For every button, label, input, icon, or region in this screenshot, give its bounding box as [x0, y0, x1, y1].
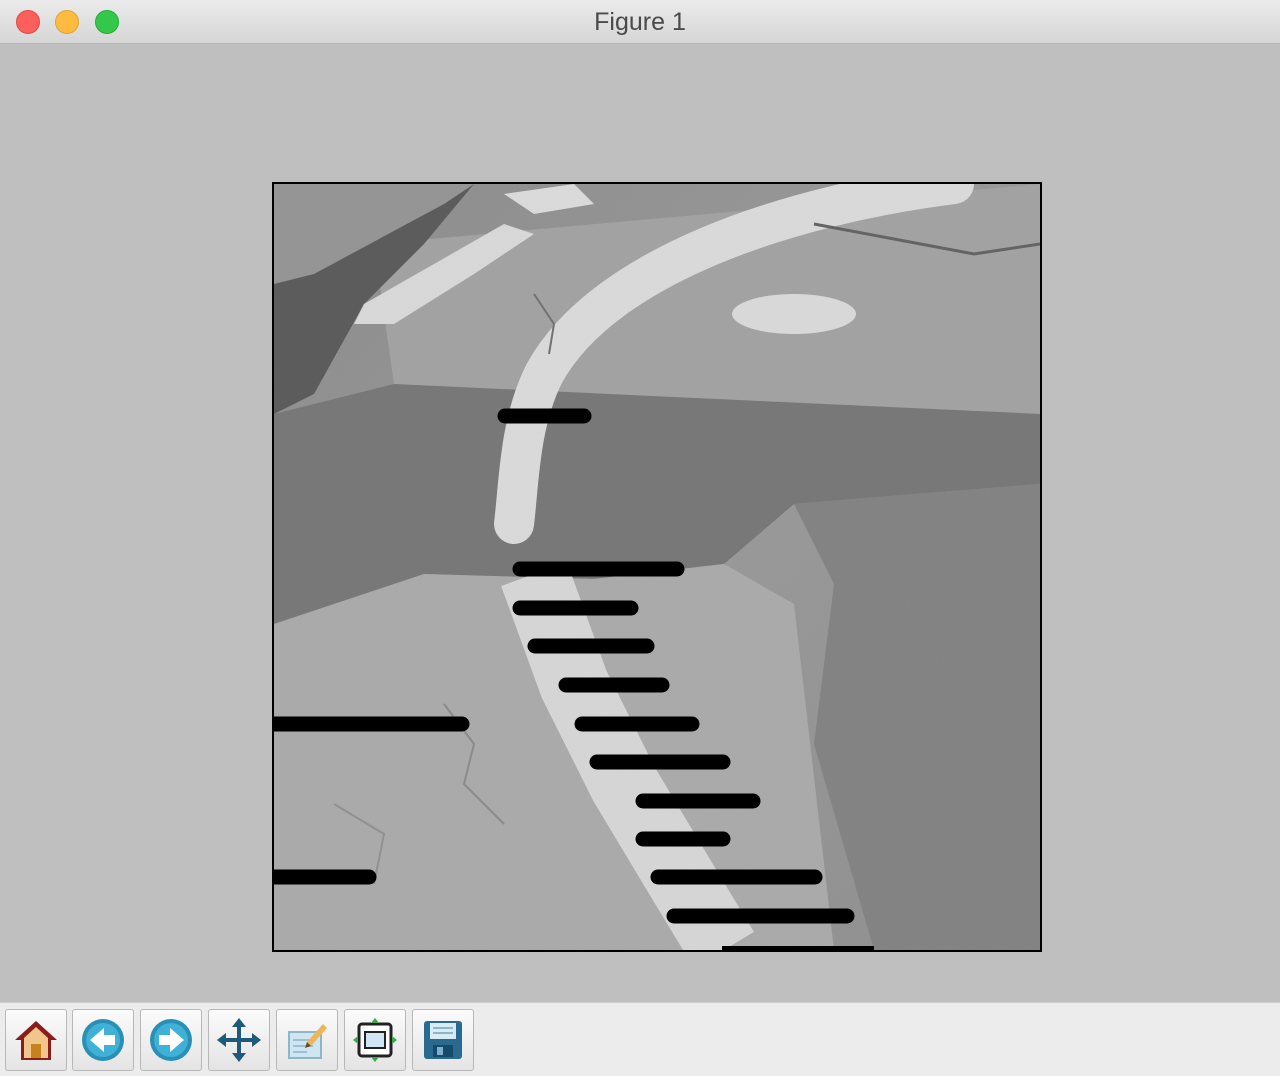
- forward-arrow-icon: [150, 1019, 192, 1061]
- image-axes[interactable]: [272, 182, 1042, 952]
- figure-canvas[interactable]: [0, 44, 1280, 1002]
- move-icon: [217, 1018, 261, 1062]
- save-button[interactable]: [412, 1009, 474, 1071]
- window-title: Figure 1: [594, 8, 686, 36]
- configure-subplots-icon: [353, 1018, 397, 1062]
- road-photo-image: [274, 184, 1040, 950]
- zoom-rect-icon: [288, 1024, 327, 1059]
- title-bar[interactable]: Figure 1: [0, 0, 1280, 44]
- figure-window: Figure 1: [0, 0, 1280, 1076]
- back-button[interactable]: [72, 1009, 134, 1071]
- home-button[interactable]: [5, 1009, 67, 1071]
- forward-button[interactable]: [140, 1009, 202, 1071]
- back-arrow-icon: [82, 1019, 124, 1061]
- navigation-toolbar: [0, 1002, 1280, 1076]
- home-icon: [15, 1021, 57, 1060]
- zoom-button[interactable]: [276, 1009, 338, 1071]
- configure-subplots-button[interactable]: [344, 1009, 406, 1071]
- save-icon: [424, 1021, 462, 1059]
- pan-button[interactable]: [208, 1009, 270, 1071]
